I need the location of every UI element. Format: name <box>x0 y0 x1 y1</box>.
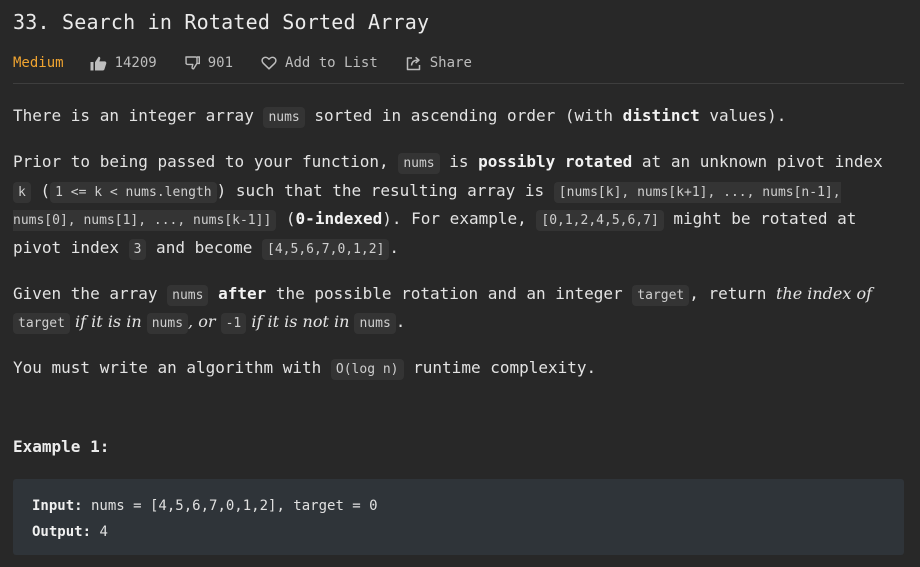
text: ) such that the resulting array is <box>216 180 554 200</box>
share-button[interactable]: Share <box>406 55 472 71</box>
text: , return <box>689 284 776 303</box>
input-value: nums = [4,5,6,7,0,1,2], target = 0 <box>82 498 378 514</box>
inline-code: nums <box>354 313 396 334</box>
italic-text: , or <box>188 312 221 331</box>
italic-text: the index of <box>775 284 873 303</box>
problem-description-panel: 33. Search in Rotated Sorted Array Mediu… <box>13 0 904 555</box>
dislike-button[interactable]: 901 <box>185 55 233 71</box>
like-button[interactable]: 14209 <box>90 55 157 71</box>
inline-code: -1 <box>220 313 247 334</box>
inline-code: target <box>13 313 70 334</box>
italic-text: if it is not in <box>246 312 355 331</box>
example-output-line: Output: 4 <box>32 519 885 545</box>
problem-description: There is an integer array nums sorted in… <box>13 103 904 383</box>
inline-code: O(log n) <box>330 359 404 380</box>
inline-code: k <box>13 181 31 203</box>
inline-code: 3 <box>128 238 147 260</box>
text: and become <box>146 237 263 257</box>
inline-code: nums <box>146 313 189 334</box>
example-1-block: Input: nums = [4,5,6,7,0,1,2], target = … <box>13 479 904 555</box>
text: values). <box>699 106 787 125</box>
output-value: 4 <box>91 524 108 540</box>
text: Prior to being passed to your function, <box>13 152 399 171</box>
share-icon <box>406 56 420 70</box>
description-paragraph-1: There is an integer array nums sorted in… <box>13 103 904 131</box>
difficulty-badge: Medium <box>13 55 64 71</box>
like-count: 14209 <box>114 55 157 71</box>
bold-text: after <box>218 284 267 303</box>
italic-text: if it is in <box>69 312 147 331</box>
inline-code: [0,1,2,4,5,6,7] <box>536 210 664 231</box>
example-1-title: Example 1: <box>13 437 110 456</box>
inline-code: [4,5,6,7,0,1,2] <box>262 238 390 260</box>
share-label: Share <box>429 55 472 71</box>
text: ( <box>276 209 296 228</box>
heart-icon <box>261 56 277 70</box>
text: . <box>389 237 400 257</box>
text: is <box>439 152 479 171</box>
inline-code: nums <box>263 107 305 128</box>
problem-title: 33. Search in Rotated Sorted Array <box>13 10 430 34</box>
input-label: Input: <box>32 498 83 514</box>
thumbs-up-icon <box>90 56 106 70</box>
text: ). For example, <box>382 209 537 228</box>
description-paragraph-2: Prior to being passed to your function, … <box>13 149 904 263</box>
inline-code: 1 <= k < nums.length <box>50 181 217 203</box>
bold-text: distinct <box>622 106 700 125</box>
text: ( <box>30 180 51 200</box>
description-paragraph-4: You must write an algorithm with O(log n… <box>13 355 904 383</box>
text <box>208 284 218 303</box>
text: There is an integer array <box>13 106 264 125</box>
text: runtime complexity. <box>403 358 597 377</box>
text: sorted in ascending order (with <box>304 106 623 125</box>
bold-text: possibly rotated <box>478 152 633 171</box>
text: the possible rotation and an integer <box>266 284 633 303</box>
output-label: Output: <box>32 524 92 540</box>
inline-code: nums <box>167 285 209 306</box>
text: Given the array <box>13 284 168 303</box>
bold-text: 0-indexed <box>295 209 383 228</box>
text: . <box>395 312 406 331</box>
divider <box>13 83 904 84</box>
description-paragraph-3: Given the array nums after the possible … <box>13 281 904 337</box>
add-to-list-label: Add to List <box>285 55 378 71</box>
dislike-count: 901 <box>207 55 234 71</box>
add-to-list-button[interactable]: Add to List <box>261 55 378 71</box>
inline-code: target <box>632 285 690 306</box>
text: at an unknown pivot index <box>632 152 883 171</box>
example-input-line: Input: nums = [4,5,6,7,0,1,2], target = … <box>32 493 885 519</box>
inline-code: nums <box>398 153 440 174</box>
problem-meta-bar: Medium 14209 901 Add to List Share <box>13 52 904 74</box>
thumbs-down-icon <box>185 56 200 70</box>
text: You must write an algorithm with <box>13 358 331 377</box>
